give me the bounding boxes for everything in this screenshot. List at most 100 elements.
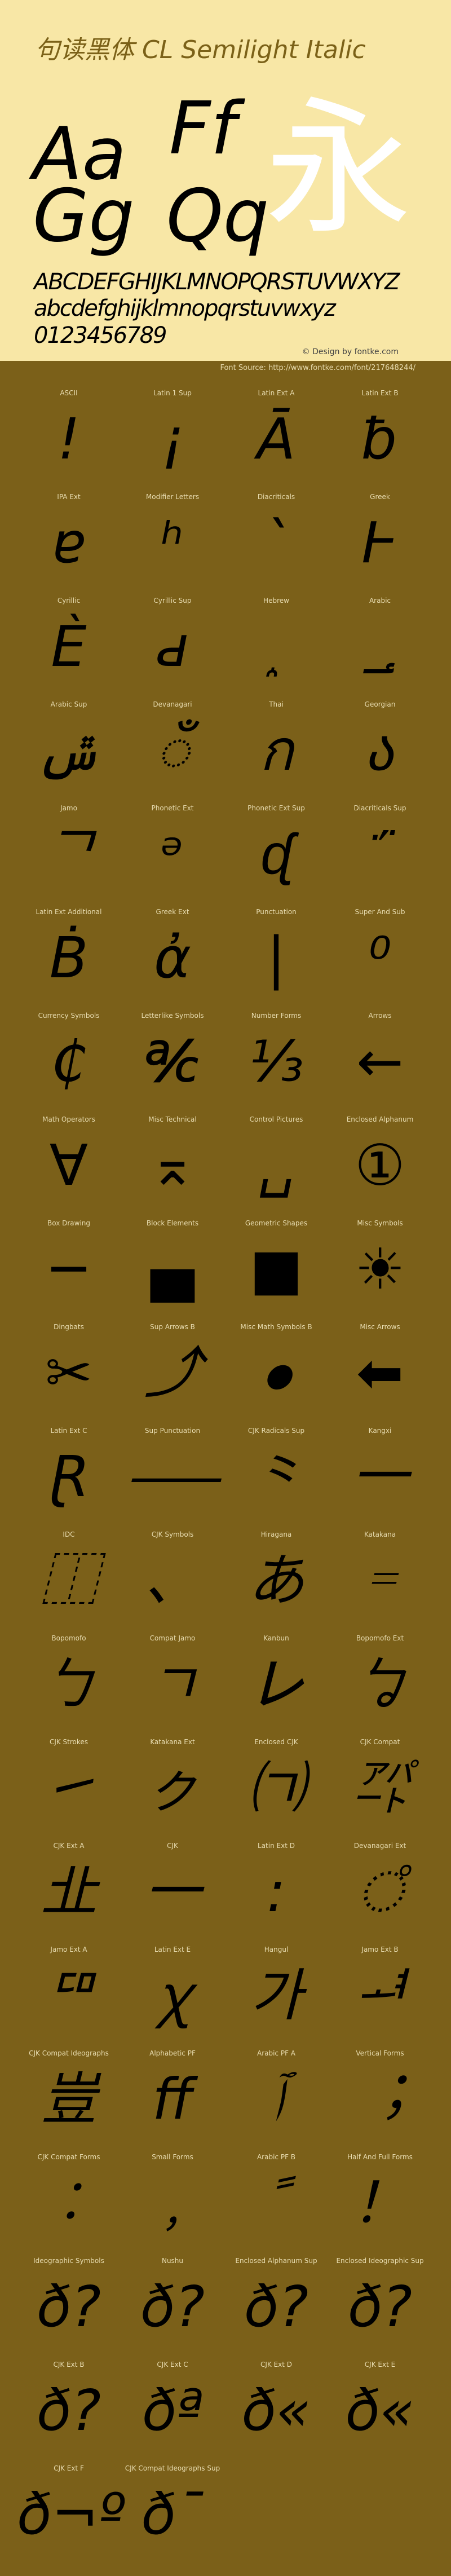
block-cell: Block Elements ▄: [121, 1219, 224, 1323]
block-cell: Nushu ð?: [121, 2257, 224, 2361]
block-cell: Alphabetic PF ﬀ: [121, 2049, 224, 2153]
block-label: Geometric Shapes: [245, 1219, 308, 1227]
block-cell: Number Forms ⅓: [224, 1012, 328, 1115]
block-label: Number Forms: [251, 1012, 302, 1020]
digits-line: 0123456789: [34, 323, 167, 349]
block-cell: CJK Ext C ðª: [121, 2361, 224, 2464]
block-glyph: ⤴: [144, 1340, 201, 1406]
block-glyph: ¡: [161, 406, 184, 472]
font-title: 句读黑体 CL Semilight Italic: [35, 36, 366, 64]
block-label: Block Elements: [146, 1219, 199, 1227]
block-cell: Hangul 가: [224, 1946, 328, 2049]
block-label: Misc Arrows: [360, 1323, 400, 1331]
block-cell: Kanbun ㆑: [224, 1634, 328, 1738]
block-cell: Arabic PF A ﭐ: [224, 2049, 328, 2153]
block-cell: CJK Compat Ideographs Sup ð¯: [121, 2464, 224, 2568]
block-glyph: ⬅: [356, 1340, 404, 1406]
block-cell: Phonetic Ext Sup ᶑ: [224, 804, 328, 908]
block-cell: Misc Symbols ☀: [328, 1219, 432, 1323]
font-source-link[interactable]: Font Source: http://www.fontke.com/font/…: [220, 364, 415, 372]
block-cell: Misc Technical ⌅: [121, 1115, 224, 1219]
block-glyph: ʰ: [161, 510, 184, 576]
block-cell: Letterlike Symbols ℀: [121, 1012, 224, 1115]
sample-gg: Gg: [33, 174, 135, 258]
block-label: CJK Ext A: [53, 1842, 85, 1850]
block-cell: Hiragana あ: [224, 1530, 328, 1634]
block-label: Katakana Ext: [150, 1738, 195, 1746]
block-glyph: 㐀: [41, 1859, 97, 1925]
block-cell: Vertical Forms ︔: [328, 2049, 432, 2153]
block-label: Devanagari: [153, 700, 192, 708]
block-label: Half And Full Forms: [347, 2153, 413, 2161]
design-credit: © Design by fontke.com: [302, 347, 399, 356]
lowercase-line: abcdefghijklmnopqrstuvwxyz: [34, 295, 336, 321]
block-glyph: 一: [144, 1859, 201, 1925]
block-glyph: ﬀ: [152, 2066, 193, 2132]
block-glyph: ㄱ: [147, 1651, 198, 1717]
block-cell: CJK Compat ㌀: [328, 1738, 432, 1842]
block-label: Latin Ext D: [258, 1842, 295, 1850]
block-label: Enclosed Alphanum: [346, 1115, 414, 1123]
block-label: Vertical Forms: [356, 2049, 404, 2057]
block-glyph: ㆠ: [352, 1651, 408, 1717]
block-cell: Katakana ゠: [328, 1530, 432, 1634]
block-glyph: ﹰ: [268, 2170, 285, 2236]
block-cell: Punctuation |: [224, 908, 328, 1012]
block-cell: Enclosed Alphanum Sup ð?: [224, 2257, 328, 2361]
block-label: Latin Ext C: [50, 1427, 87, 1435]
block-cell: CJK Radicals Sup ⺀: [224, 1427, 328, 1530]
block-cell: Modifier Letters ʰ: [121, 493, 224, 597]
block-cell: Arabic PF B ﹰ: [224, 2153, 328, 2257]
block-label: Arabic: [369, 597, 391, 605]
block-glyph: Ͱ: [361, 510, 399, 576]
block-label: Math Operators: [42, 1115, 95, 1123]
block-glyph: ð«: [241, 2377, 311, 2443]
block-cell: Bopomofo ㄅ: [17, 1634, 121, 1738]
block-glyph: ⿰: [41, 1547, 97, 1613]
block-label: Modifier Letters: [145, 493, 200, 501]
block-cell: IDC ⿰: [17, 1530, 121, 1634]
block-glyph: ⦁: [262, 1340, 290, 1406]
block-label: Ideographic Symbols: [33, 2257, 104, 2265]
block-label: CJK Ext B: [53, 2361, 85, 2368]
block-glyph: ꣠: [357, 1859, 403, 1925]
block-cell: Latin Ext Additional Ḃ: [17, 908, 121, 1012]
block-cell: CJK Strokes ㇀: [17, 1738, 121, 1842]
block-label: CJK Compat: [360, 1738, 400, 1746]
block-cell: Misc Math Symbols B ⦁: [224, 1323, 328, 1427]
block-label: Latin Ext B: [361, 389, 399, 397]
sample-ff: Ff: [169, 87, 236, 171]
block-label: Sup Punctuation: [144, 1427, 201, 1435]
block-cell: Kangxi ⼀: [328, 1427, 432, 1530]
block-label: Kangxi: [368, 1427, 392, 1435]
block-glyph: ֑: [224, 605, 328, 689]
block-label: Hiragana: [260, 1530, 292, 1538]
block-glyph: ⺀: [248, 1444, 304, 1510]
block-glyph: ð?: [36, 2377, 101, 2443]
block-glyph: ─: [51, 1236, 86, 1302]
block-glyph: あ: [248, 1547, 304, 1613]
block-label: Devanagari Ext: [353, 1842, 406, 1850]
block-label: Alphabetic PF: [149, 2049, 196, 2057]
block-cell: Jamo ᄀ: [17, 804, 121, 908]
hero-glyph: 永: [265, 84, 412, 254]
block-cell: Latin Ext E ꭓ: [121, 1946, 224, 2049]
block-label: Arabic PF B: [257, 2153, 296, 2161]
block-label: CJK Strokes: [49, 1738, 89, 1746]
block-label: Jamo Ext B: [361, 1946, 399, 1953]
block-label: Diacriticals: [257, 493, 295, 501]
block-glyph: ᷁: [328, 812, 432, 897]
block-glyph: ԁ: [156, 614, 189, 680]
block-glyph: ힰ: [354, 1962, 406, 2028]
block-glyph: ゠: [352, 1547, 408, 1613]
block-cell: Katakana Ext ㇰ: [121, 1738, 224, 1842]
block-glyph: ☀: [355, 1236, 405, 1302]
block-glyph: ㇰ: [144, 1755, 201, 1821]
block-label: Bopomofo Ext: [356, 1634, 404, 1642]
block-label: ASCII: [60, 389, 78, 397]
block-cell: Super And Sub ⁰: [328, 908, 432, 1012]
block-cell: Half And Full Forms ！: [328, 2153, 432, 2257]
block-cell: CJK Ext F ð¬º: [17, 2464, 125, 2568]
block-cell: Arabic Sup ݜ: [17, 700, 121, 804]
block-cell: CJK Ext A 㐀: [17, 1842, 121, 1946]
